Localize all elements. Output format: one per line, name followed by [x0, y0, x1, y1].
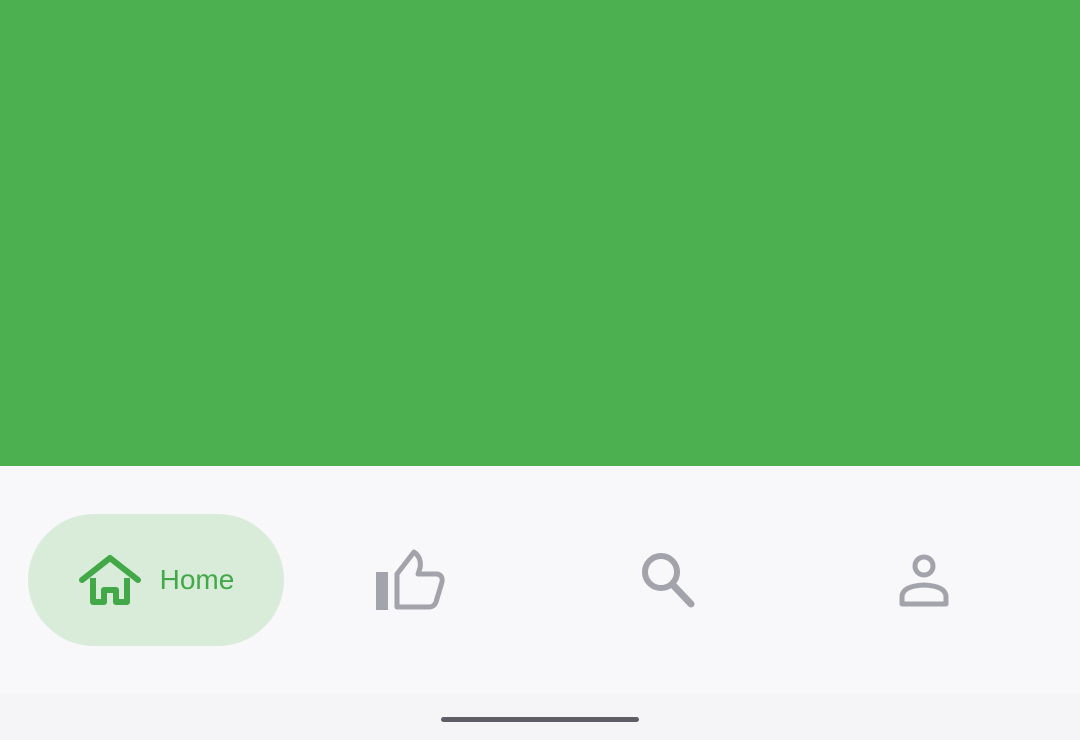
search-icon-handle	[669, 581, 695, 608]
nav-item-like[interactable]	[350, 514, 470, 646]
person-icon-head	[912, 554, 936, 578]
bottom-navigation-bar: Home	[0, 466, 1080, 694]
search-icon	[638, 550, 698, 610]
home-icon-body	[89, 578, 130, 605]
person-icon-body	[899, 582, 949, 607]
thumbs-up-icon	[374, 548, 446, 612]
hero-content-area	[0, 0, 1080, 466]
person-icon	[896, 552, 952, 608]
nav-item-home-label: Home	[159, 564, 235, 595]
nav-item-profile[interactable]	[864, 514, 984, 646]
gesture-home-indicator[interactable]	[441, 717, 639, 722]
nav-item-home[interactable]: Home	[28, 514, 284, 646]
thumbs-up-icon-cuff	[376, 572, 388, 610]
nav-item-search[interactable]	[608, 514, 728, 646]
system-navigation-bar	[0, 694, 1080, 740]
thumbs-up-icon-hand	[394, 549, 445, 610]
home-icon	[78, 552, 142, 608]
home-icon-roof	[78, 555, 141, 583]
